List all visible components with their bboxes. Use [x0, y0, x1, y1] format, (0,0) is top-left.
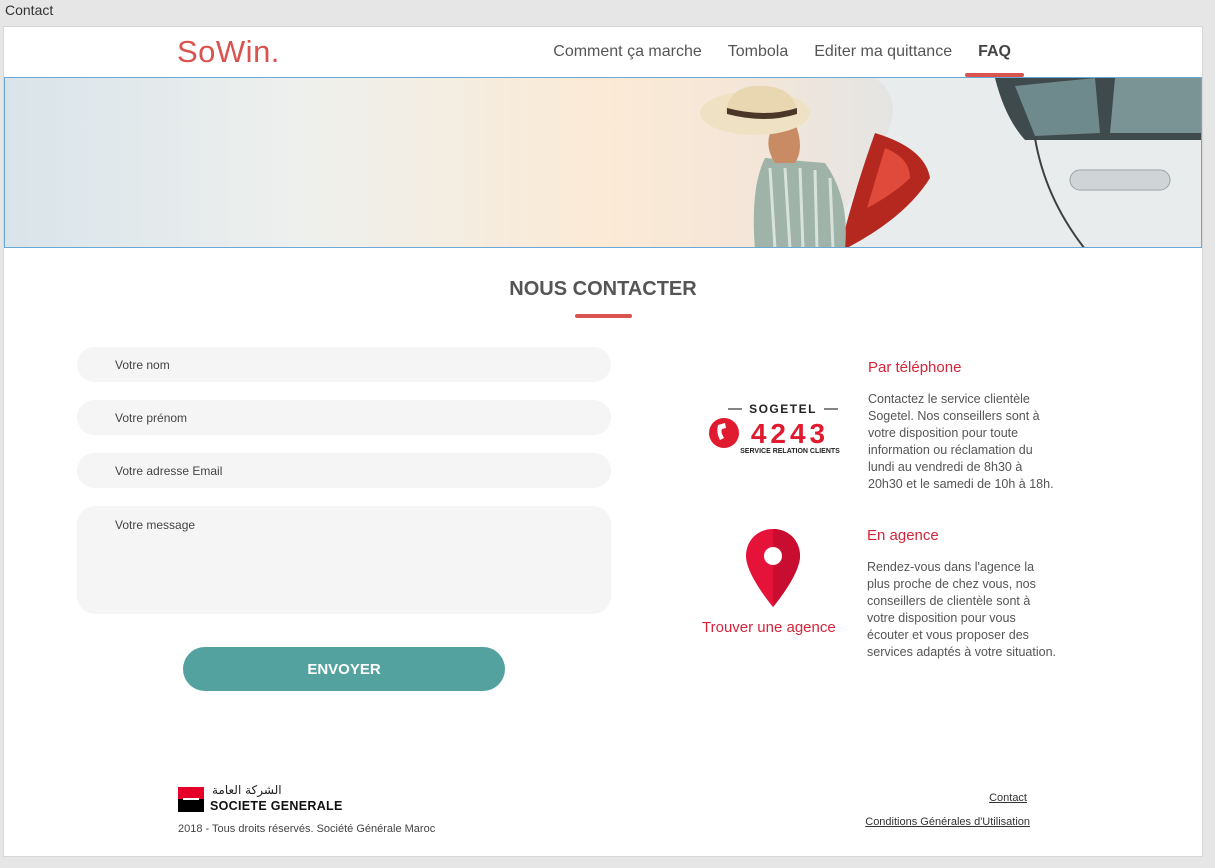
nav-item-tombola[interactable]: Tombola [715, 27, 801, 77]
title-underline [575, 314, 632, 318]
sg-logo-arabic: الشركة العامة [212, 783, 282, 797]
firstname-field[interactable] [77, 400, 611, 435]
footer-contact-link[interactable]: Contact [989, 792, 1027, 804]
window-title: Contact [5, 2, 54, 18]
name-field[interactable] [77, 347, 611, 382]
sogetel-logo: SOGETEL 4243 SERVICE RELATION CLIENTS [709, 402, 840, 455]
main-nav: Comment ça marche Tombola Editer ma quit… [540, 27, 1024, 77]
find-agency-link[interactable]: Trouver une agence [702, 619, 836, 636]
societe-generale-logo: الشركة العامة SOCIETE GENERALE [178, 783, 348, 815]
map-pin-icon [746, 529, 800, 607]
phone-title: Par téléphone [868, 359, 962, 376]
footer-cgu-link[interactable]: Conditions Générales d'Utilisation [865, 816, 1030, 828]
nav-item-editer-quittance[interactable]: Editer ma quittance [801, 27, 965, 77]
nav-item-comment-ca-marche[interactable]: Comment ça marche [540, 27, 715, 77]
page: SoWin. Comment ça marche Tombola Editer … [3, 26, 1203, 857]
page-title: NOUS CONTACTER [509, 278, 697, 300]
copyright-text: 2018 - Tous droits réservés. Société Gén… [178, 823, 436, 835]
hero-banner [4, 77, 1202, 248]
agency-title: En agence [867, 527, 939, 544]
nav-item-faq[interactable]: FAQ [965, 27, 1024, 77]
sg-logo-name: SOCIETE GENERALE [210, 799, 343, 813]
message-field[interactable] [77, 506, 611, 614]
sogetel-logo-top: SOGETEL [749, 402, 817, 416]
email-field[interactable] [77, 453, 611, 488]
site-logo[interactable]: SoWin. [177, 34, 280, 70]
sogetel-logo-sub: SERVICE RELATION CLIENTS [740, 448, 840, 455]
phone-text: Contactez le service clientèle Sogetel. … [868, 392, 1054, 491]
sg-logo-mark [178, 787, 204, 812]
send-button[interactable]: ENVOYER [183, 647, 505, 691]
hero-illustration [700, 78, 1201, 247]
agency-text: Rendez-vous dans l'agence la plus proche… [867, 560, 1056, 659]
sogetel-logo-number: 4243 [751, 418, 829, 449]
